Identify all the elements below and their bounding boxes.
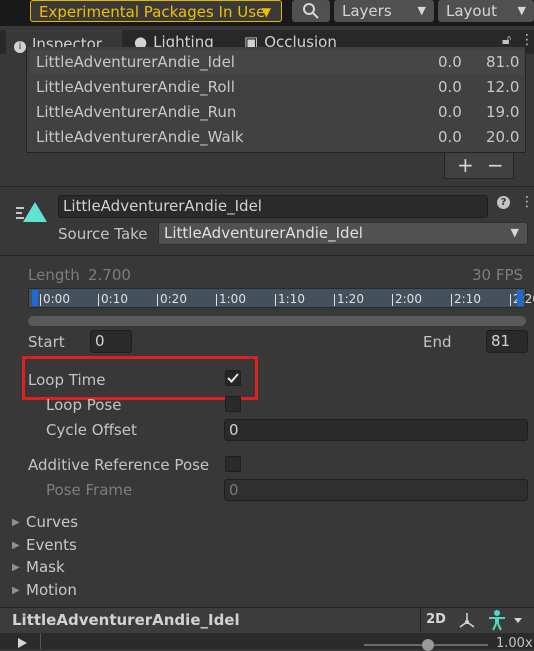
clip-end: 19.0: [486, 103, 520, 121]
divider: [40, 633, 41, 649]
timeline-scrollbar[interactable]: [28, 316, 526, 326]
list-item[interactable]: LittleAdventurerAndie_Roll 0.0 12.0: [30, 75, 524, 99]
chevron-down-icon: ▼: [517, 4, 526, 17]
foldout-mask[interactable]: ▶ Mask: [12, 557, 65, 578]
clip-end: 20.0: [486, 128, 520, 146]
cycle-offset-label: Cycle Offset: [46, 421, 137, 439]
loop-pose-label: Loop Pose: [46, 396, 122, 414]
end-marker[interactable]: [517, 290, 523, 306]
clip-start: 0.0: [438, 53, 462, 71]
info-icon: i: [14, 41, 26, 53]
timeline-tick: 0:10: [98, 292, 128, 306]
chevron-down-icon: ▼: [510, 226, 519, 239]
chevron-down-icon: ▼: [261, 5, 271, 19]
experimental-packages-button[interactable]: Experimental Packages In Use ▼: [30, 0, 282, 22]
chevron-down-icon: ▼: [417, 4, 426, 17]
layout-dropdown[interactable]: Layout ▼: [438, 0, 534, 22]
foldout-motion-label: Motion: [26, 581, 77, 599]
divider: [0, 186, 534, 187]
foldout-curves-label: Curves: [26, 513, 79, 531]
chevron-right-icon: ▶: [12, 561, 20, 573]
foldout-motion[interactable]: ▶ Motion: [12, 580, 77, 601]
timeline-tick: 0:20: [157, 292, 187, 306]
add-clip-button[interactable]: +: [457, 153, 474, 177]
clip-end: 81.0: [486, 53, 520, 71]
pivot-icon[interactable]: [456, 610, 478, 630]
list-item[interactable]: LittleAdventurerAndie_Walk 0.0 20.0: [30, 125, 524, 149]
timeline-tick: 1:20: [334, 292, 364, 306]
clip-name-field[interactable]: LittleAdventurerAndie_Idel: [58, 195, 488, 218]
speed-slider-thumb[interactable]: [422, 639, 434, 651]
timeline-tick: 1:00: [216, 292, 246, 306]
list-add-remove: + −: [444, 153, 514, 179]
foldout-events[interactable]: ▶ Events: [12, 535, 77, 556]
timeline-tick: 2:00: [392, 292, 422, 306]
lock-icon[interactable]: 🔓︎: [502, 32, 511, 48]
cycle-offset-field[interactable]: 0: [224, 419, 528, 441]
play-icon[interactable]: [16, 637, 28, 649]
source-take-dropdown[interactable]: LittleAdventurerAndie_Idel ▼: [158, 222, 528, 245]
clip-end: 12.0: [486, 78, 520, 96]
additive-pose-checkbox[interactable]: [225, 456, 241, 472]
layout-label: Layout: [446, 2, 497, 20]
clip-name: LittleAdventurerAndie_Walk: [36, 128, 244, 146]
end-label: End: [423, 333, 452, 351]
mode-2d-button[interactable]: 2D: [420, 609, 451, 631]
clip-start: 0.0: [438, 103, 462, 121]
highlight-annotation: [22, 356, 258, 400]
start-label: Start: [28, 333, 65, 351]
clip-name: LittleAdventurerAndie_Run: [36, 103, 237, 121]
foldout-curves[interactable]: ▶ Curves: [12, 512, 78, 533]
additive-pose-label: Additive Reference Pose: [28, 456, 210, 474]
layers-dropdown[interactable]: Layers ▼: [334, 0, 434, 22]
source-take-label: Source Take: [58, 225, 148, 243]
loop-pose-checkbox[interactable]: [225, 396, 241, 412]
chevron-right-icon: ▶: [12, 516, 20, 528]
avatar-icon[interactable]: [486, 609, 526, 631]
start-marker[interactable]: [32, 290, 38, 306]
foldout-events-label: Events: [26, 536, 77, 554]
preview-controls: [0, 633, 534, 649]
clip-name: LittleAdventurerAndie_Idel: [36, 53, 235, 71]
search-icon: [303, 3, 319, 19]
timeline-ruler[interactable]: 0:00 0:10 0:20 1:00 1:10 1:20 2:00 2:10 …: [28, 288, 534, 308]
list-item[interactable]: LittleAdventurerAndie_Idel 0.0 81.0: [30, 50, 524, 74]
list-item[interactable]: LittleAdventurerAndie_Run 0.0 19.0: [30, 100, 524, 124]
layers-label: Layers: [342, 2, 392, 20]
experimental-packages-label: Experimental Packages In Use: [39, 3, 266, 21]
foldout-mask-label: Mask: [26, 558, 65, 576]
preview-clip-name: LittleAdventurerAndie_Idel: [12, 611, 240, 629]
end-field[interactable]: 81: [486, 330, 528, 353]
start-field[interactable]: 0: [90, 330, 132, 353]
chevron-right-icon: ▶: [12, 584, 20, 596]
remove-clip-button[interactable]: −: [487, 153, 504, 177]
more-icon[interactable]: ⋮: [520, 194, 534, 210]
clip-name: LittleAdventurerAndie_Roll: [36, 78, 235, 96]
fps-value: 30 FPS: [472, 266, 524, 284]
pose-frame-label: Pose Frame: [46, 481, 133, 499]
clip-start: 0.0: [438, 128, 462, 146]
length-value: 2.700: [88, 266, 131, 284]
source-take-value: LittleAdventurerAndie_Idel: [164, 224, 363, 242]
divider: [0, 255, 534, 256]
pose-frame-field: 0: [224, 479, 528, 501]
chevron-right-icon: ▶: [12, 539, 20, 551]
animation-clip-icon: [16, 202, 47, 222]
timeline-tick: 1:10: [275, 292, 305, 306]
timeline-tick: 2:10: [451, 292, 481, 306]
help-icon[interactable]: ?: [497, 196, 510, 209]
length-label: Length: [28, 266, 80, 284]
search-button[interactable]: [292, 0, 330, 22]
clip-start: 0.0: [438, 78, 462, 96]
timeline-tick: 0:00: [40, 292, 70, 306]
menu-icon[interactable]: ⋮: [520, 32, 534, 48]
